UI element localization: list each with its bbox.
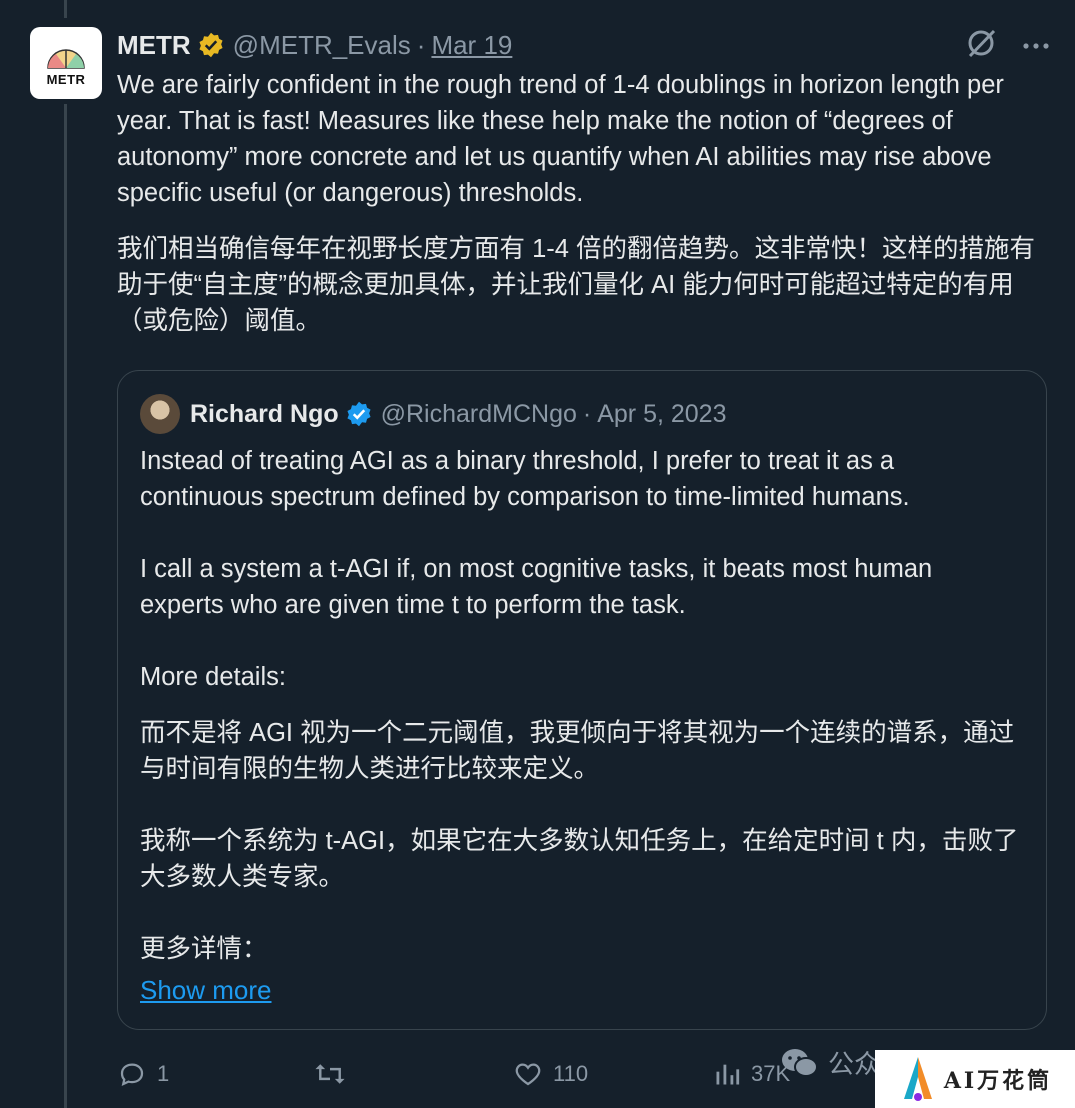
thread-line-top — [64, 0, 67, 18]
heart-icon — [515, 1063, 541, 1086]
tweet-text-en: We are fairly confident in the rough tre… — [117, 71, 1004, 207]
retweet-icon — [315, 1064, 345, 1084]
wechat-watermark-text: 公众 — [828, 1049, 881, 1079]
verified-blue-icon[interactable] — [345, 400, 373, 428]
retweet-button[interactable] — [313, 1052, 357, 1096]
show-more-link[interactable]: Show more — [140, 975, 272, 1006]
wechat-icon — [782, 1048, 818, 1077]
reply-count: 1 — [157, 1061, 170, 1086]
quote-paragraph: 我称一个系统为 t-AGI，如果它在大多数认知任务上，在给定时间 t 内，击败了… — [140, 827, 1019, 891]
quote-body: Instead of treating AGI as a binary thre… — [140, 443, 1020, 1003]
tweet-date[interactable]: Mar 19 — [431, 30, 512, 61]
quoted-tweet[interactable]: Richard Ngo @RichardMCNgo · Apr 5, 2023 … — [117, 370, 1047, 1030]
tweet-text-zh: 我们相当确信每年在视野长度方面有 1-4 倍的翻倍趋势。这非常快！这样的措施有助… — [117, 235, 1036, 335]
thread-line-bottom — [64, 104, 67, 1108]
wechat-watermark: 公众 — [780, 1044, 880, 1081]
author-handle[interactable]: @METR_Evals — [233, 30, 411, 61]
quote-author-handle[interactable]: @RichardMCNgo — [381, 400, 577, 429]
views-icon — [716, 1064, 740, 1085]
quote-author-name[interactable]: Richard Ngo — [190, 400, 339, 429]
author-name[interactable]: METR — [117, 30, 191, 61]
brand-watermark-text: AI万花筒 — [943, 1068, 1053, 1094]
quote-paragraph: 更多详情： — [140, 935, 268, 963]
tweet-body: We are fairly confident in the rough tre… — [117, 67, 1052, 339]
brand-logo-icon — [903, 1057, 932, 1101]
quote-paragraph: Instead of treating AGI as a binary thre… — [140, 447, 910, 511]
header-separator: · — [416, 29, 426, 60]
quote-header-separator: · — [582, 399, 592, 428]
quote-paragraph: I call a system a t-AGI if, on most cogn… — [140, 555, 933, 619]
quote-paragraph: More details: — [140, 663, 286, 691]
quote-header: Richard Ngo @RichardMCNgo · Apr 5, 2023 — [140, 394, 726, 434]
tweet-top-actions — [966, 28, 1050, 63]
metr-logo-icon — [47, 48, 85, 69]
more-options-icon[interactable] — [1022, 37, 1050, 55]
views-button[interactable]: 37K — [713, 1052, 790, 1096]
verified-gold-icon[interactable] — [197, 31, 225, 59]
like-button[interactable]: 110 — [513, 1052, 588, 1096]
avatar-logo-text: METR — [46, 71, 86, 87]
grok-icon[interactable] — [966, 28, 996, 63]
quote-paragraph: 而不是将 AGI 视为一个二元阈值，我更倾向于将其视为一个连续的谱系，通过与时间… — [140, 719, 1015, 783]
reply-button[interactable]: 1 — [117, 1052, 169, 1096]
author-avatar[interactable]: METR — [30, 27, 102, 99]
quote-date[interactable]: Apr 5, 2023 — [597, 400, 726, 429]
like-count: 110 — [553, 1061, 589, 1086]
quote-author-avatar[interactable] — [140, 394, 180, 434]
brand-watermark: AI万花筒 — [875, 1050, 1075, 1108]
reply-icon — [120, 1063, 144, 1086]
tweet-header: METR @METR_Evals · Mar 19 — [117, 26, 512, 64]
